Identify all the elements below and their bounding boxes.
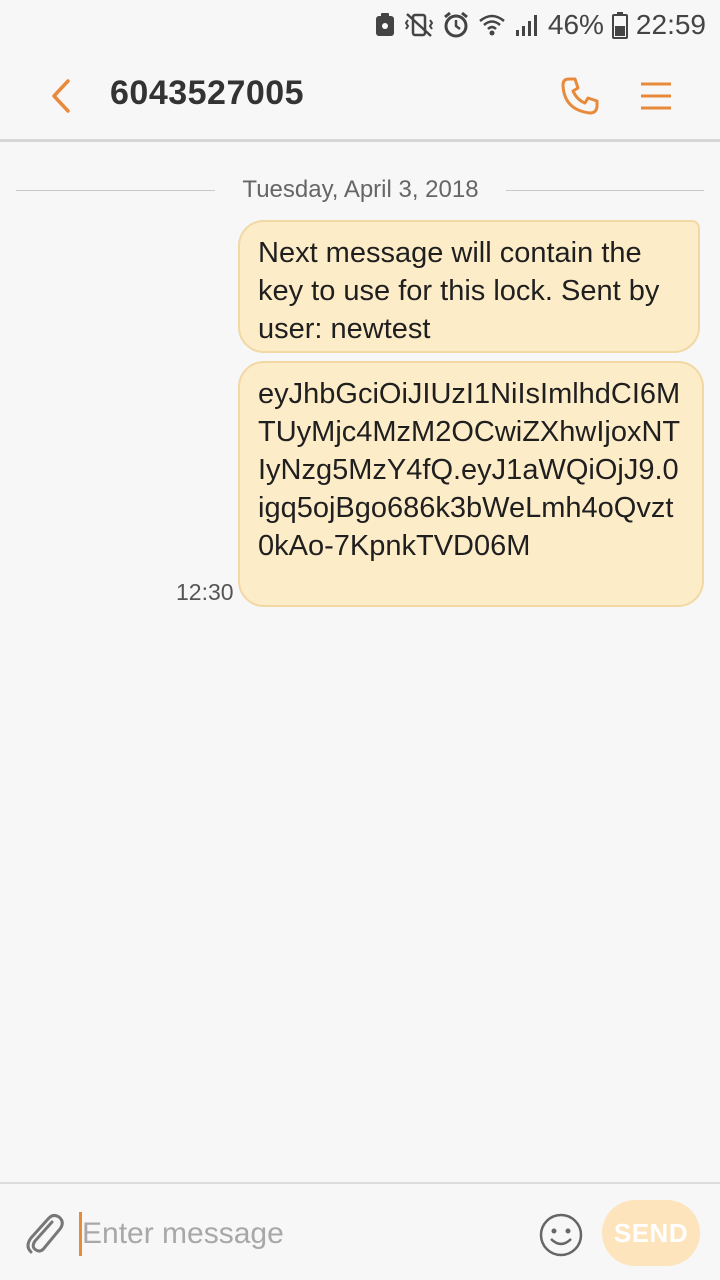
message-composer: SEND [0,1182,720,1280]
message-bubble[interactable]: Next message will contain the key to use… [238,220,700,353]
wifi-icon [478,12,506,38]
emoji-icon[interactable] [538,1212,584,1258]
battery-icon [611,11,628,39]
message-timestamp: 12:30 [176,579,234,605]
paperclip-icon[interactable] [22,1208,66,1258]
status-bar: 46% 22:59 [0,0,720,50]
date-separator: Tuesday, April 3, 2018 [0,172,720,212]
vibrate-icon [404,12,434,38]
signal-icon [514,12,540,38]
back-arrow-icon[interactable] [46,78,76,114]
clock: 22:59 [635,9,706,40]
divider-left [16,190,215,191]
conversation-header: 6043527005 [0,50,720,140]
message-bubble[interactable]: eyJhbGciOiJIUzI1NiIsImlhdCI6MTUyMjc4MzM2… [238,361,704,607]
notification-icon [374,12,396,38]
battery-percent: 46% [547,9,604,40]
divider-right [506,190,704,191]
alarm-icon [442,11,470,39]
conversation-date: Tuesday, April 3, 2018 [242,176,479,203]
message-input[interactable] [82,1204,522,1264]
menu-icon[interactable] [638,78,674,114]
phone-icon[interactable] [560,76,600,116]
header-divider [0,139,720,142]
send-button[interactable]: SEND [602,1200,700,1266]
contact-title: 6043527005 [110,74,305,112]
